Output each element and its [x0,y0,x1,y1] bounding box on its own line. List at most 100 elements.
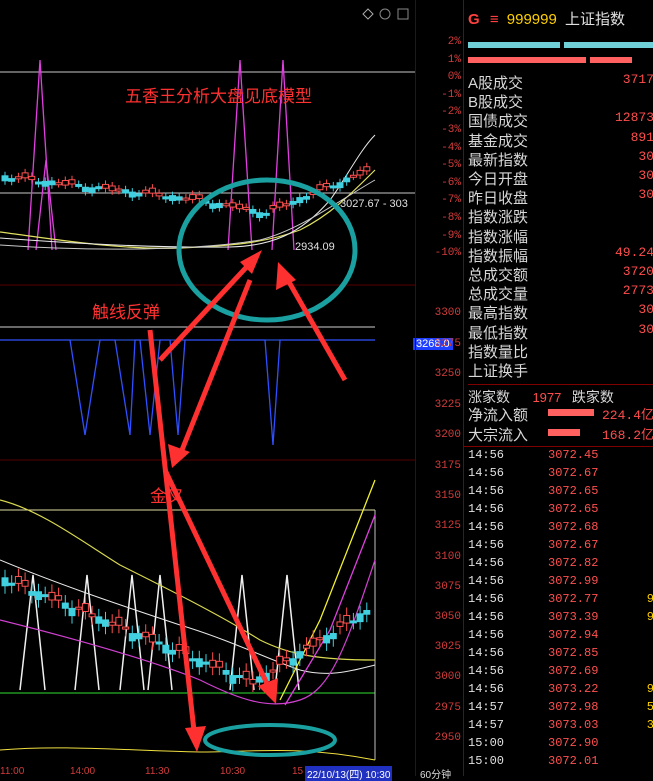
cross-annotation: 金叉 [150,487,184,506]
chart-toolbar[interactable] [362,8,409,20]
stat-value: 891 [630,129,653,145]
candle-body [102,183,109,189]
stat-label: 最低指数 [468,324,529,342]
time-label-1: 11:00 [0,766,25,777]
stat-label: 指数涨幅 [468,228,529,246]
menu-icon[interactable]: ≡ [490,11,499,28]
tick-price: 3072.65 [548,484,599,498]
candle-body [88,613,96,618]
tick-row[interactable]: 14:56 3072.82 [468,556,653,574]
stat-label: 今日开盘 [468,171,529,188]
axis-pct-label: -8% [441,212,461,224]
candle-body [135,633,143,640]
candle-body [155,192,163,197]
tick-row[interactable]: 14:56 3073.39 9 [468,610,653,628]
tick-row[interactable]: 14:56 3072.67 [468,466,653,484]
tick-row[interactable]: 15:00 3072.90 [468,736,653,754]
flow-value: 224.4亿 [601,408,653,423]
time-label-cursor: 22/10/13(四) 10:30 [305,766,393,781]
stat-label: 最高指数 [468,305,529,323]
axis-mid-label: 3225 [434,398,461,411]
axis-pct-label: -5% [441,159,461,172]
candle-body [289,658,297,666]
stat-row: 最低指数 30 [468,322,653,342]
candle-body [95,616,103,624]
axis-mid-label: 3275 [434,337,461,350]
quote-panel: G ≡ 999999 上证指数 A股成交 3717 B股成交 国债成交 12873 基金成… [463,0,653,776]
axis-low-label: 3100 [434,550,461,563]
candle-body [81,603,89,613]
axis-pct-label: -7% [441,194,461,207]
axis-low-label: 3075 [434,580,461,593]
flow-bar [548,409,594,416]
tick-row[interactable]: 14:56 3072.69 [468,664,653,682]
candle-body [162,196,170,200]
tick-row[interactable]: 15:00 3072.01 [468,754,653,772]
flow-label: 净流入额 [468,407,529,424]
axis-pct-label: -10% [434,247,461,260]
candle-body [336,621,344,627]
candle-body [249,678,257,685]
candle-body [169,649,176,655]
restore-icon[interactable] [397,8,409,20]
axis-pct-label: -4% [441,141,461,154]
candle-body [343,614,351,624]
bar-red-1 [468,57,586,63]
stat-value: 30 [638,302,653,318]
tick-time: 14:56 [468,538,505,552]
tick-row[interactable]: 14:56 3073.22 9 [468,682,653,700]
g-badge[interactable]: G [468,11,480,28]
index-name: 上证指数 [565,11,626,28]
tick-row[interactable]: 14:57 3073.03 3 [468,718,653,736]
tick-price: 3072.98 [548,700,599,714]
candle-body [296,651,304,659]
stat-row: 指数涨幅 [468,226,653,246]
tick-time: 15:00 [468,736,505,750]
candle-body [95,186,103,190]
candle-body [28,591,36,596]
stat-label: 总成交额 [468,267,529,284]
bottom-yellow-rise [279,479,376,701]
index-code: 999999 [506,11,557,28]
candle-body [55,595,63,601]
tick-row[interactable]: 14:56 3072.65 [468,484,653,502]
tick-time: 14:56 [468,682,505,696]
candle-body [316,184,324,191]
tick-row[interactable]: 14:56 3072.99 [468,574,653,592]
stat-row: 最新指数 30 [468,148,653,169]
tick-row[interactable]: 14:56 3072.85 [468,646,653,664]
axis-low-label: 3050 [434,611,461,623]
time-label-2: 14:00 [70,766,96,777]
stat-row: 上证换手 [468,360,653,380]
candle-body [148,187,156,194]
tick-time: 14:57 [468,718,505,732]
tick-divider [464,446,653,447]
flow-value: 168.2亿 [601,428,653,443]
settings-icon[interactable] [379,8,391,20]
tick-time: 14:56 [468,502,505,516]
stat-label: 总成交量 [468,286,529,304]
tick-row[interactable]: 14:57 3072.98 5 [468,700,653,718]
candle-body [329,185,337,189]
stat-row: 指数量比 [468,341,653,361]
tick-row[interactable]: 14:56 3072.68 [468,520,653,538]
axis-pct-label: 1% [447,53,461,66]
candle-body [102,619,109,627]
stat-value: 3720 [622,264,653,279]
diamond-icon[interactable] [362,8,374,20]
tick-row[interactable]: 14:56 3072.94 [468,628,653,646]
tick-row[interactable]: 14:56 3072.45 [468,448,653,466]
stat-label: 上证换手 [468,363,529,380]
tick-row[interactable]: 14:56 3072.67 [468,538,653,556]
touch-annotation: 触线反弹 [92,303,160,322]
tick-row[interactable]: 14:56 3072.77 9 [468,592,653,610]
axis-low-label: 3150 [434,490,461,503]
stat-label: B股成交 [468,94,524,112]
candle-body [229,675,237,684]
axis-low-label: 3125 [434,520,461,533]
tick-price: 3072.94 [548,628,599,642]
tick-row[interactable]: 14:56 3072.65 [468,502,653,520]
kline-chart-area[interactable] [0,0,415,776]
stat-value: 30 [638,148,653,164]
axis-pct-label: 2% [447,36,461,48]
